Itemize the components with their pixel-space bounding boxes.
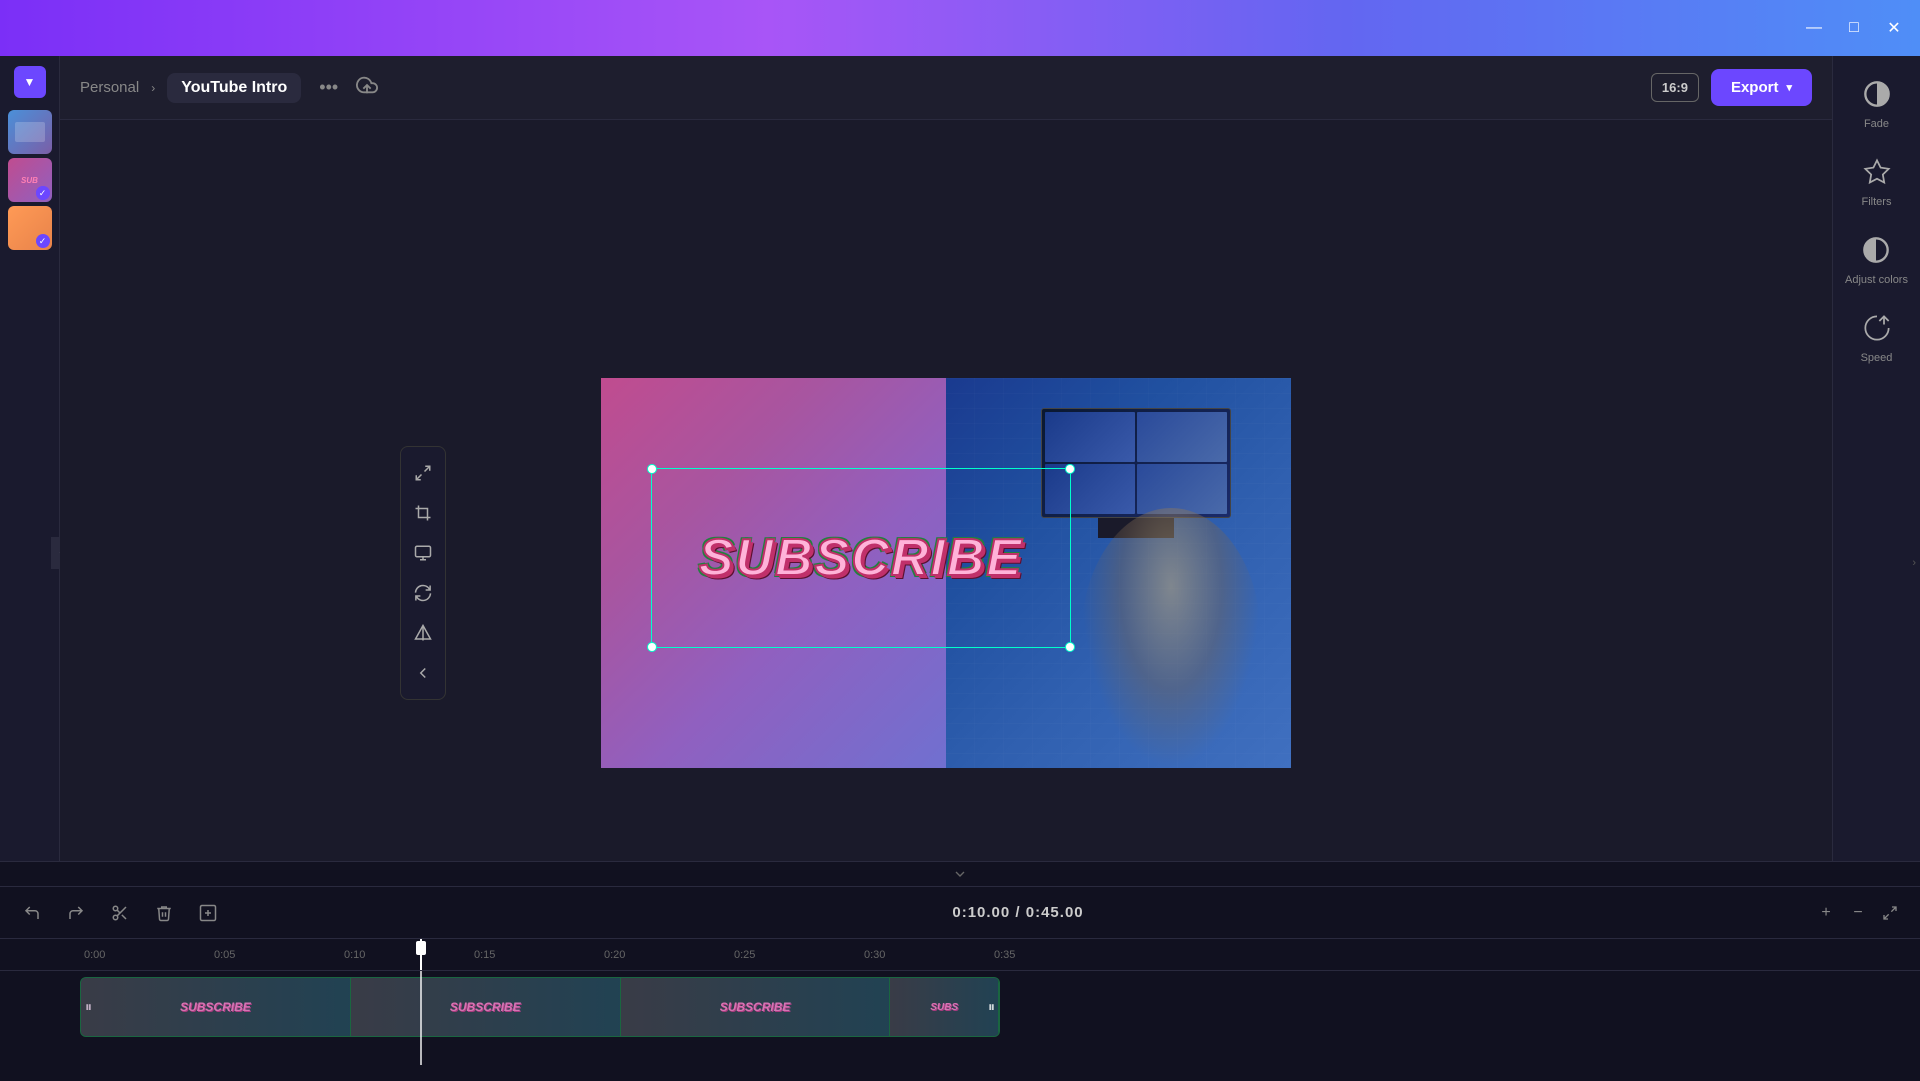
- timeline-toolbar: 0:10.00 / 0:45.00 + −: [0, 887, 1920, 939]
- subscribe-text: SUBSCRIBE: [699, 528, 1023, 588]
- filters-tool[interactable]: Filters: [1859, 154, 1895, 208]
- timeline-section: 0:10.00 / 0:45.00 + − 0:00 0:05 0:10 0:1…: [0, 861, 1920, 1081]
- zoom-controls: + −: [1812, 899, 1904, 927]
- flip-tool[interactable]: [405, 615, 441, 651]
- cut-button[interactable]: [104, 897, 136, 929]
- timeline-collapse[interactable]: [0, 862, 1920, 887]
- toolbar: Personal › YouTube Intro ••• 16:9 Export…: [60, 56, 1832, 120]
- back-tool[interactable]: [405, 655, 441, 691]
- handle-bottom-left[interactable]: [647, 642, 657, 652]
- adjust-colors-label: Adjust colors: [1845, 274, 1908, 286]
- handle-bottom-right[interactable]: [1065, 642, 1075, 652]
- ruler-mark-1: 0:05: [210, 949, 340, 961]
- ruler-mark-2: 0:10: [340, 949, 470, 961]
- ruler-mark-7: 0:35: [990, 949, 1120, 961]
- more-options-button[interactable]: •••: [313, 73, 344, 102]
- ruler-mark-3: 0:15: [470, 949, 600, 961]
- crop-tool[interactable]: [405, 495, 441, 531]
- ruler-mark-0: 0:00: [80, 949, 210, 961]
- redo-button[interactable]: [60, 897, 92, 929]
- export-button[interactable]: Export ▾: [1711, 69, 1812, 106]
- delete-button[interactable]: [148, 897, 180, 929]
- title-bar: — □ ✕: [0, 0, 1920, 56]
- zoom-out-button[interactable]: −: [1844, 899, 1872, 927]
- breadcrumb-arrow: ›: [151, 81, 155, 95]
- right-scroll-indicator: ›: [1912, 557, 1916, 569]
- track-segment-3[interactable]: SUBSCRIBE: [621, 978, 891, 1036]
- breadcrumb-personal[interactable]: Personal: [80, 79, 139, 96]
- title-bar-controls: — □ ✕: [1804, 18, 1904, 38]
- adjust-colors-tool[interactable]: Adjust colors: [1845, 232, 1908, 286]
- filters-icon: [1859, 154, 1895, 190]
- speed-icon: [1859, 310, 1895, 346]
- pause-right: ⏸: [988, 999, 995, 1016]
- maximize-button[interactable]: □: [1844, 18, 1864, 38]
- fade-label: Fade: [1864, 118, 1889, 130]
- minimize-button[interactable]: —: [1804, 18, 1824, 38]
- resize-tool[interactable]: [405, 455, 441, 491]
- fade-tool[interactable]: Fade: [1859, 76, 1895, 130]
- close-button[interactable]: ✕: [1884, 18, 1904, 38]
- video-track: ⏸ SUBSCRIBE SUBSCRIBE SUBSCRIBE: [80, 977, 1000, 1037]
- ruler-mark-6: 0:30: [860, 949, 990, 961]
- add-clip-button[interactable]: [192, 897, 224, 929]
- speed-label: Speed: [1861, 352, 1893, 364]
- thumbnail-3[interactable]: ✓: [8, 206, 52, 250]
- track-segment-4[interactable]: SUBS: [890, 978, 999, 1036]
- timeline-ruler: 0:00 0:05 0:10 0:15 0:20 0:25 0:30 0:35: [0, 939, 1920, 971]
- edit-tools-panel: [400, 446, 446, 700]
- adjust-colors-icon: [1858, 232, 1894, 268]
- track-segment-2[interactable]: SUBSCRIBE: [351, 978, 621, 1036]
- person-silhouette: [1081, 508, 1261, 768]
- fade-icon: [1859, 76, 1895, 112]
- time-display: 0:10.00 / 0:45.00: [236, 904, 1800, 921]
- handle-top-left[interactable]: [647, 464, 657, 474]
- project-name[interactable]: YouTube Intro: [167, 73, 301, 103]
- subscribe-selection[interactable]: ✛ SUBSCRIBE: [651, 468, 1071, 648]
- display-tool[interactable]: [405, 535, 441, 571]
- panel-toggle[interactable]: ▼: [14, 66, 46, 98]
- handle-top-right[interactable]: [1065, 464, 1075, 474]
- track-segment-1[interactable]: SUBSCRIBE: [81, 978, 351, 1036]
- fit-button[interactable]: [1876, 899, 1904, 927]
- undo-button[interactable]: [16, 897, 48, 929]
- cloud-sync-icon[interactable]: [356, 74, 378, 101]
- filters-label: Filters: [1862, 196, 1892, 208]
- video-canvas: ✛ SUBSCRIBE: [601, 378, 1291, 768]
- timeline-tracks: ⏸ SUBSCRIBE SUBSCRIBE SUBSCRIBE: [0, 971, 1920, 1081]
- ruler-mark-5: 0:25: [730, 949, 860, 961]
- thumbnail-1[interactable]: [8, 110, 52, 154]
- aspect-ratio-badge: 16:9: [1651, 73, 1699, 102]
- ruler-marks: 0:00 0:05 0:10 0:15 0:20 0:25 0:30 0:35: [80, 949, 1920, 961]
- playhead-marker[interactable]: [416, 941, 426, 955]
- ruler-mark-4: 0:20: [600, 949, 730, 961]
- track-content: ⏸ SUBSCRIBE SUBSCRIBE SUBSCRIBE: [80, 977, 1920, 1037]
- export-dropdown-icon: ▾: [1786, 81, 1792, 94]
- speed-tool[interactable]: Speed: [1859, 310, 1895, 364]
- chevron-down-icon: ▼: [24, 75, 36, 89]
- zoom-in-button[interactable]: +: [1812, 899, 1840, 927]
- thumbnail-2[interactable]: SUB ✓: [8, 158, 52, 202]
- rotate-tool[interactable]: [405, 575, 441, 611]
